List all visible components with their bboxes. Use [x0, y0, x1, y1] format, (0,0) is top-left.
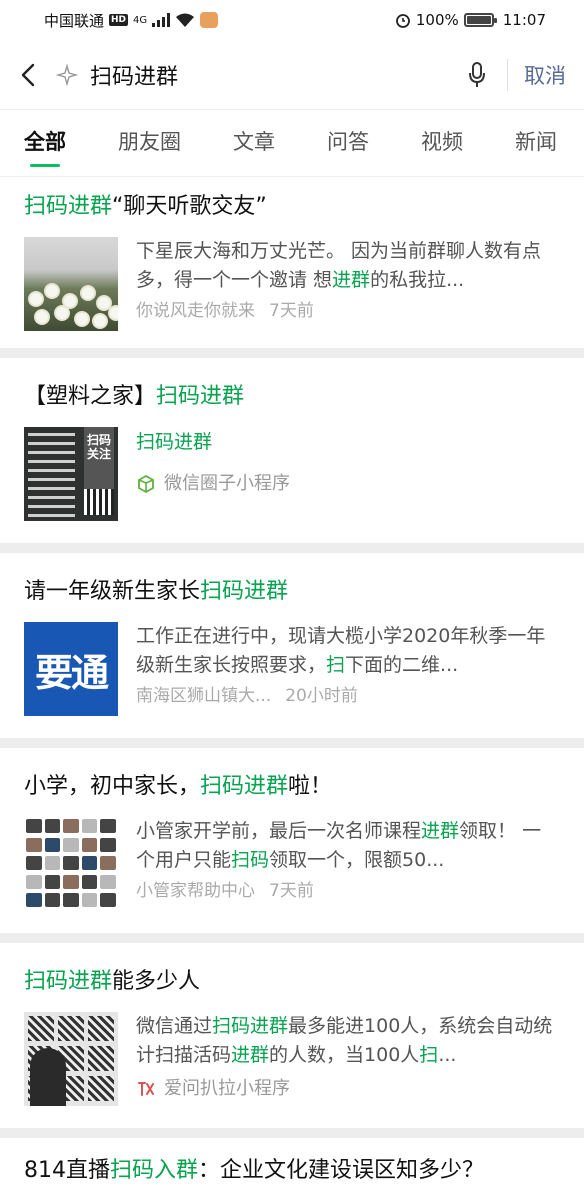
highlighted-keyword: 进群 — [332, 269, 371, 291]
result-title[interactable]: 【塑料之家】扫码进群 — [24, 382, 560, 412]
result-source: 小管家帮助中心 — [136, 881, 255, 901]
result-thumbnail: 扫码关注 — [24, 427, 118, 521]
carrier-label: 中国联通 — [44, 11, 105, 30]
search-divider — [507, 58, 508, 91]
highlighted-keyword: 扫码进群 — [24, 194, 113, 219]
highlighted-keyword: 进群 — [231, 1044, 270, 1066]
result-card[interactable]: 扫码进群能多少人 微信通过扫码进群最多能进100人，系统会自动统计扫描活码进群的… — [0, 943, 584, 1128]
result-separator — [0, 348, 584, 358]
result-title[interactable]: 扫码进群能多少人 — [24, 967, 560, 997]
tab-videos[interactable]: 视频 — [421, 111, 463, 176]
result-thumbnail — [24, 817, 118, 911]
result-card[interactable]: 扫码进群“聊天听歌交友” 下星辰大海和万丈光芒。 因为当前群聊人数有点多，得一个… — [0, 178, 584, 348]
text-segment: 【塑料之家】 — [24, 384, 157, 409]
text-segment: 小管家开学前，最后一次名师课程 — [136, 820, 422, 842]
back-icon[interactable] — [0, 40, 56, 110]
result-card[interactable]: 小学，初中家长，扫码进群啦！ 小管家开学前，最后一次名师课程进群领取！ 一个用户… — [0, 748, 584, 933]
highlighted-keyword: 扫码进群 — [212, 1015, 289, 1037]
sparkle-search-icon — [56, 63, 78, 86]
result-card[interactable]: 814直播扫码入群：企业文化建设误区知多少？ — [0, 1138, 584, 1200]
result-description: 小管家开学前，最后一次名师课程进群领取！ 一个用户只能扫码领取一个，限额50..… — [136, 817, 560, 875]
highlighted-keyword: 扫 — [326, 654, 346, 676]
wifi-icon — [176, 13, 195, 27]
text-segment: 啦！ — [288, 774, 333, 799]
highlighted-keyword: 扫码进群 — [156, 384, 245, 409]
highlighted-keyword: 扫码 — [231, 849, 270, 871]
result-description: 微信通过扫码进群最多能进100人，系统会自动统计扫描活码进群的人数，当100人扫… — [136, 1012, 560, 1070]
thumbnail-caption: 要通 — [34, 650, 109, 695]
result-thumbnail — [24, 1012, 118, 1106]
search-results: 扫码进群“聊天听歌交友” 下星辰大海和万丈光芒。 因为当前群聊人数有点多，得一个… — [0, 178, 584, 1200]
result-card[interactable]: 【塑料之家】扫码进群 扫码关注 扫码进群 微信圈子小程序 — [0, 358, 584, 543]
result-title[interactable]: 814直播扫码入群：企业文化建设误区知多少？ — [24, 1156, 560, 1186]
highlighted-keyword: 扫码进群 — [200, 774, 289, 799]
thumbnail-caption: 扫码关注 — [84, 427, 114, 491]
text-segment: 领取一个，限额50... — [269, 849, 445, 871]
qr-code-icon — [84, 489, 114, 515]
result-separator — [0, 1128, 584, 1138]
tab-qa[interactable]: 问答 — [327, 111, 369, 176]
tab-all[interactable]: 全部 — [24, 111, 66, 176]
highlighted-keyword: 扫码进群 — [24, 969, 113, 994]
mini-program-icon — [136, 474, 156, 494]
result-title[interactable]: 扫码进群“聊天听歌交友” — [24, 192, 560, 222]
text-segment: 小学，初中家长， — [24, 774, 201, 799]
app-notification-icon — [200, 12, 219, 28]
mini-program-name: 爱问扒拉小程序 — [164, 1078, 290, 1099]
category-tabs: 全部 朋友圈 文章 问答 视频 新闻 — [0, 111, 584, 177]
text-segment: 814直播 — [24, 1158, 110, 1183]
highlighted-keyword: 扫 — [419, 1044, 439, 1066]
result-separator — [0, 738, 584, 748]
result-source: 你说风走你就来 — [136, 301, 255, 321]
text-segment: 微信通过 — [136, 1015, 213, 1037]
search-query[interactable]: 扫码进群 — [90, 59, 178, 91]
result-time: 7天前 — [269, 881, 314, 901]
text-segment: “聊天听歌交友” — [112, 194, 267, 219]
result-separator — [0, 543, 584, 553]
text-segment: 下面的二维... — [345, 654, 459, 676]
search-input[interactable]: 扫码进群 — [56, 40, 457, 110]
result-description: 下星辰大海和万丈光芒。 因为当前群聊人数有点多，得一个一个邀请 想进群的私我拉.… — [136, 237, 560, 295]
tab-moments[interactable]: 朋友圈 — [118, 111, 181, 176]
text-segment: ... — [438, 1044, 457, 1066]
status-bar: 中国联通 HD 4G 100% 11:07 — [0, 0, 584, 40]
search-bar: 扫码进群 取消 — [0, 40, 584, 110]
clock: 11:07 — [502, 11, 546, 29]
hd-badge: HD — [109, 14, 129, 26]
text-segment: ：企业文化建设误区知多少？ — [198, 1158, 485, 1183]
highlighted-keyword: 扫码进群 — [200, 579, 289, 604]
text-segment: 的私我拉... — [370, 269, 465, 291]
battery-icon — [463, 13, 497, 27]
mini-program-name: 微信圈子小程序 — [164, 473, 290, 494]
text-segment: 请一年级新生家长 — [24, 579, 201, 604]
text-segment: 的人数，当100人 — [269, 1044, 420, 1066]
tab-articles[interactable]: 文章 — [233, 111, 275, 176]
tab-news[interactable]: 新闻 — [515, 111, 557, 176]
result-title[interactable]: 小学，初中家长，扫码进群啦！ — [24, 772, 560, 802]
result-time: 20小时前 — [285, 686, 358, 706]
microphone-icon[interactable] — [457, 40, 497, 110]
result-description: 工作正在进行中，现请大榄小学2020年秋季一年级新生家长按照要求，扫下面的二维.… — [136, 622, 560, 680]
battery-percent: 100% — [415, 11, 459, 29]
highlighted-keyword: 进群 — [421, 820, 460, 842]
result-thumbnail — [24, 237, 118, 331]
result-card[interactable]: 请一年级新生家长扫码进群 要通 工作正在进行中，现请大榄小学2020年秋季一年级… — [0, 553, 584, 738]
highlighted-keyword: 扫码入群 — [110, 1158, 199, 1183]
result-separator — [0, 933, 584, 943]
result-thumbnail: 要通 — [24, 622, 118, 716]
network-label: 4G — [133, 14, 148, 26]
text-segment: 能多少人 — [112, 969, 201, 994]
cancel-button[interactable]: 取消 — [524, 60, 566, 90]
mini-program-icon — [136, 1079, 156, 1099]
signal-icon — [152, 13, 171, 27]
result-title[interactable]: 请一年级新生家长扫码进群 — [24, 577, 560, 607]
result-subtitle: 扫码进群 — [136, 431, 213, 453]
alarm-icon — [395, 14, 410, 28]
result-source: 南海区狮山镇大... — [136, 686, 272, 706]
result-time: 7天前 — [269, 301, 314, 321]
